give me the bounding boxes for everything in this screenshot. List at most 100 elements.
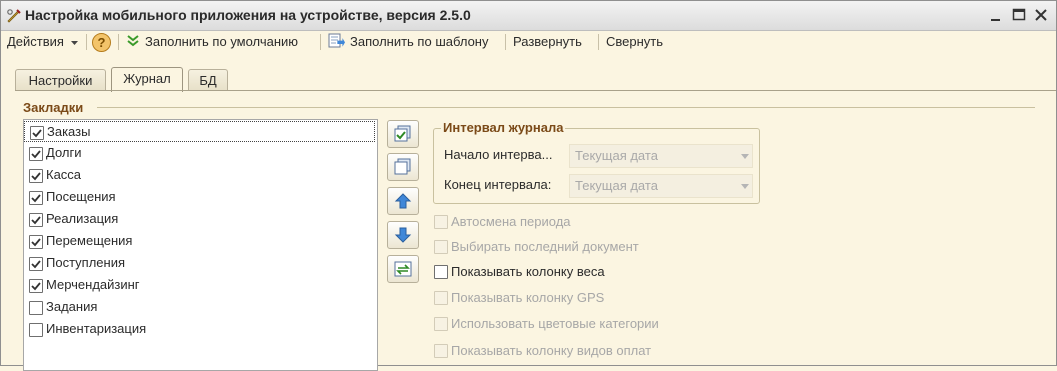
arrow-down-icon	[394, 227, 412, 243]
fill-template-label: Заполнить по шаблону	[350, 34, 489, 49]
checkmark-icon	[31, 260, 41, 269]
list-item-label: Реализация	[46, 211, 119, 226]
arrow-up-icon	[394, 193, 412, 209]
title-bar: Настройка мобильного приложения на устро…	[1, 1, 1056, 31]
list-item-label: Посещения	[46, 189, 116, 204]
toolbar-divider	[86, 34, 87, 50]
settings-window: Настройка мобильного приложения на устро…	[0, 0, 1057, 371]
checkmark-icon	[31, 172, 41, 181]
actions-label: Действия	[7, 34, 64, 49]
fill-default-label: Заполнить по умолчанию	[145, 34, 299, 49]
expand-label: Развернуть	[513, 34, 582, 49]
bookmarks-title: Закладки	[23, 100, 84, 115]
move-down-button[interactable]	[387, 221, 419, 249]
checkbox[interactable]	[30, 126, 44, 140]
tab-divider	[15, 90, 1056, 91]
interval-start-select[interactable]: Текущая дата	[569, 144, 753, 168]
list-item-label: Задания	[46, 299, 98, 314]
checkmark-icon	[31, 216, 41, 225]
chevron-down-icon[interactable]	[741, 184, 749, 189]
checkbox[interactable]	[434, 215, 448, 229]
list-item[interactable]: Посещения	[24, 187, 375, 208]
checkbox[interactable]	[434, 265, 448, 279]
list-item[interactable]: Реализация	[24, 209, 375, 230]
interval-end-value: Текущая дата	[575, 178, 658, 193]
checkbox[interactable]	[29, 169, 43, 183]
list-item-label: Касса	[46, 167, 82, 182]
uncheck-all-icon	[394, 158, 411, 175]
option-label: Показывать колонку GPS	[451, 290, 605, 305]
toolbar-divider	[118, 34, 119, 50]
list-item-label: Перемещения	[46, 233, 133, 248]
sort-icon	[394, 261, 412, 277]
toolbar-divider	[598, 34, 599, 50]
option-label: Показывать колонку видов оплат	[451, 343, 652, 358]
interval-start-value: Текущая дата	[575, 148, 658, 163]
list-item-label: Долги	[46, 145, 82, 160]
tab-bar: Настройки Журнал БД	[1, 67, 1056, 92]
fill-template-button[interactable]: Заполнить по шаблону	[328, 33, 488, 51]
expand-button[interactable]: Развернуть	[513, 33, 582, 51]
bookmarks-list[interactable]: Заказы Долги Касса Посещения Реализация …	[23, 119, 378, 371]
toolbar: Действия ? Заполнить по умолчанию Заполн…	[1, 31, 1056, 53]
bookmarks-divider	[97, 107, 1035, 108]
uncheck-all-button[interactable]	[387, 153, 419, 181]
list-item-label: Поступления	[46, 255, 126, 270]
list-item[interactable]: Долги	[24, 143, 375, 164]
list-item-label: Мерчендайзинг	[46, 277, 140, 292]
interval-title: Интервал журнала	[441, 120, 566, 135]
option-label: Показывать колонку веса	[451, 264, 605, 279]
actions-menu[interactable]: Действия	[7, 33, 78, 51]
checkmark-icon	[31, 150, 41, 159]
list-item-label: Заказы	[47, 124, 91, 139]
list-item[interactable]: Поступления	[24, 253, 375, 274]
double-chevron-down-icon	[127, 35, 139, 47]
tab-db[interactable]: БД	[188, 69, 228, 91]
checkbox[interactable]	[29, 323, 43, 337]
toolbar-divider	[505, 34, 506, 50]
close-icon[interactable]	[1031, 5, 1051, 25]
list-item[interactable]: Перемещения	[24, 231, 375, 252]
option-label: Выбирать последний документ	[451, 239, 639, 254]
tab-journal[interactable]: Журнал	[111, 67, 183, 92]
checkbox[interactable]	[29, 213, 43, 227]
interval-end-label: Конец интервала:	[444, 177, 552, 192]
interval-start-label: Начало интерва...	[444, 147, 553, 162]
list-item[interactable]: Касса	[24, 165, 375, 186]
checkbox[interactable]	[29, 235, 43, 249]
option-label: Использовать цветовые категории	[451, 316, 659, 331]
tab-settings[interactable]: Настройки	[15, 69, 106, 91]
maximize-icon[interactable]	[1009, 5, 1029, 25]
check-all-button[interactable]	[387, 120, 419, 148]
checkbox[interactable]	[29, 191, 43, 205]
checkmark-icon	[31, 194, 41, 203]
checkbox[interactable]	[29, 301, 43, 315]
checkmark-icon	[32, 129, 42, 138]
checkbox[interactable]	[434, 240, 448, 254]
move-up-button[interactable]	[387, 187, 419, 215]
checkbox[interactable]	[434, 317, 448, 331]
collapse-button[interactable]: Свернуть	[606, 33, 663, 51]
list-item[interactable]: Заказы	[24, 121, 375, 142]
list-item[interactable]: Мерчендайзинг	[24, 275, 375, 296]
window-title: Настройка мобильного приложения на устро…	[25, 7, 471, 23]
checkmark-icon	[31, 238, 41, 247]
list-item[interactable]: Задания	[24, 297, 375, 318]
checkbox[interactable]	[29, 147, 43, 161]
checkbox[interactable]	[434, 291, 448, 305]
checkbox[interactable]	[29, 257, 43, 271]
checkbox[interactable]	[29, 279, 43, 293]
template-icon	[328, 33, 345, 48]
checkbox[interactable]	[434, 344, 448, 358]
minimize-icon[interactable]	[986, 5, 1006, 25]
interval-end-select[interactable]: Текущая дата	[569, 174, 753, 198]
chevron-down-icon	[70, 40, 78, 45]
fill-default-button[interactable]: Заполнить по умолчанию	[127, 33, 298, 51]
sort-button[interactable]	[387, 255, 419, 283]
help-icon[interactable]: ?	[91, 32, 112, 53]
checkmark-icon	[31, 282, 41, 291]
check-all-icon	[394, 125, 411, 142]
list-item-label: Инвентаризация	[46, 321, 147, 336]
list-item[interactable]: Инвентаризация	[24, 319, 375, 340]
chevron-down-icon[interactable]	[741, 154, 749, 159]
